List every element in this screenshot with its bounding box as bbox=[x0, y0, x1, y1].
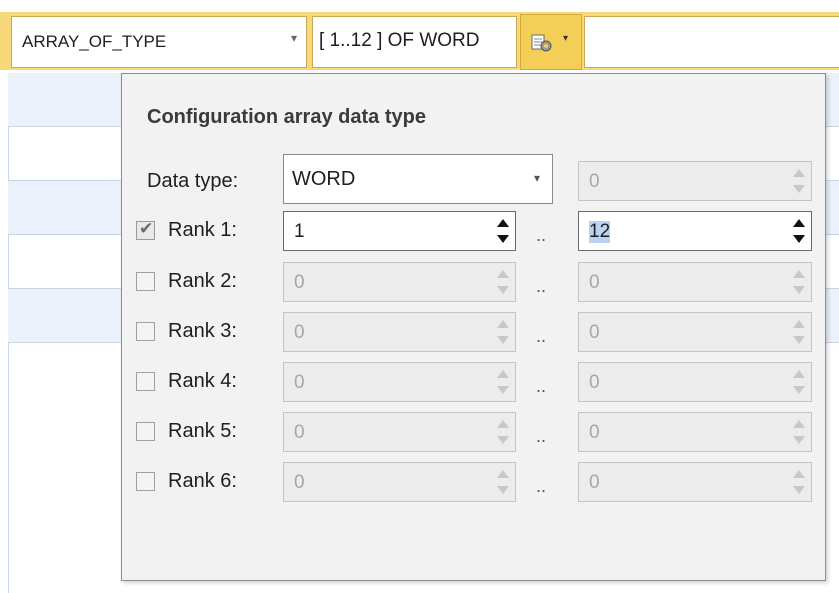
chevron-down-icon: ▾ bbox=[533, 171, 540, 185]
array-summary-field[interactable]: [ 1..12 ] OF WORD bbox=[312, 16, 517, 68]
rank-6-lower-input: 0 bbox=[283, 462, 516, 502]
toolbar-empty-field[interactable] bbox=[584, 16, 839, 68]
rank-2-label: Rank 2: bbox=[168, 270, 237, 292]
rank-4-lower-input: 0 bbox=[283, 362, 516, 402]
type-select[interactable]: ARRAY_OF_TYPE ▾ bbox=[11, 16, 307, 68]
rank-1-label: Rank 1: bbox=[168, 219, 237, 241]
range-separator: .. bbox=[536, 476, 547, 496]
spinner-icon bbox=[793, 267, 805, 297]
rank-6-upper-input: 0 bbox=[578, 462, 812, 502]
range-separator: .. bbox=[536, 225, 547, 245]
data-type-extra-field: 0 bbox=[578, 161, 812, 201]
rank-6-lower-value: 0 bbox=[294, 472, 305, 493]
spinner-icon bbox=[497, 317, 509, 347]
rank-4-checkbox[interactable] bbox=[136, 372, 155, 391]
rank-5-upper-value: 0 bbox=[589, 422, 600, 443]
rank-6-label: Rank 6: bbox=[168, 470, 237, 492]
data-type-extra-value: 0 bbox=[589, 171, 600, 192]
rank-3-upper-value: 0 bbox=[589, 322, 600, 343]
spinner-icon bbox=[497, 467, 509, 497]
range-separator: .. bbox=[536, 326, 547, 346]
rank-2-lower-input: 0 bbox=[283, 262, 516, 302]
rank-1-lower-input[interactable]: 1 bbox=[283, 211, 516, 251]
data-type-value: WORD bbox=[292, 168, 356, 190]
rank-2-lower-value: 0 bbox=[294, 272, 305, 293]
rank-5-checkbox[interactable] bbox=[136, 422, 155, 441]
spinner-icon bbox=[497, 367, 509, 397]
rank-6-upper-value: 0 bbox=[589, 472, 600, 493]
rank-5-lower-input: 0 bbox=[283, 412, 516, 452]
type-toolbar: ARRAY_OF_TYPE ▾ [ 1..12 ] OF WORD ▾ bbox=[0, 0, 839, 73]
rank-2-checkbox[interactable] bbox=[136, 272, 155, 291]
rank-2-upper-input: 0 bbox=[578, 262, 812, 302]
type-select-value: ARRAY_OF_TYPE bbox=[22, 32, 167, 51]
chevron-down-icon: ▾ bbox=[563, 33, 569, 44]
rank-4-label: Rank 4: bbox=[168, 370, 237, 392]
spinner-icon bbox=[497, 417, 509, 447]
spinner-icon bbox=[793, 317, 805, 347]
range-separator: .. bbox=[536, 276, 547, 296]
rank-5-label: Rank 5: bbox=[168, 420, 237, 442]
rank-3-lower-input: 0 bbox=[283, 312, 516, 352]
rank-1-checkbox[interactable] bbox=[136, 219, 155, 240]
rank-2-upper-value: 0 bbox=[589, 272, 600, 293]
range-separator: .. bbox=[536, 376, 547, 396]
spinner-icon bbox=[793, 166, 805, 196]
rank-1-upper-value: 12 bbox=[589, 221, 611, 243]
spinner-icon bbox=[793, 417, 805, 447]
rank-3-label: Rank 3: bbox=[168, 320, 237, 342]
spinner-icon bbox=[793, 367, 805, 397]
popup-title: Configuration array data type bbox=[147, 106, 426, 128]
rank-1-lower-value: 1 bbox=[294, 221, 305, 242]
array-config-button[interactable]: ▾ bbox=[520, 14, 582, 70]
spinner-icon[interactable] bbox=[497, 216, 509, 246]
spinner-icon bbox=[793, 467, 805, 497]
data-type-label: Data type: bbox=[147, 170, 239, 192]
rank-4-upper-value: 0 bbox=[589, 372, 600, 393]
rank-3-lower-value: 0 bbox=[294, 322, 305, 343]
rank-1-upper-input[interactable]: 12 bbox=[578, 211, 812, 251]
rank-5-lower-value: 0 bbox=[294, 422, 305, 443]
array-config-popup: Configuration array data type Data type:… bbox=[121, 73, 826, 581]
rank-6-checkbox[interactable] bbox=[136, 472, 155, 491]
rank-3-upper-input: 0 bbox=[578, 312, 812, 352]
range-separator: .. bbox=[536, 426, 547, 446]
array-config-icon bbox=[531, 34, 552, 52]
rank-5-upper-input: 0 bbox=[578, 412, 812, 452]
rank-4-upper-input: 0 bbox=[578, 362, 812, 402]
spinner-icon[interactable] bbox=[793, 216, 805, 246]
data-type-select[interactable]: WORD ▾ bbox=[283, 154, 553, 204]
rank-3-checkbox[interactable] bbox=[136, 322, 155, 341]
rank-4-lower-value: 0 bbox=[294, 372, 305, 393]
spinner-icon bbox=[497, 267, 509, 297]
chevron-down-icon: ▾ bbox=[290, 31, 297, 45]
array-summary-value: [ 1..12 ] OF WORD bbox=[319, 30, 480, 51]
